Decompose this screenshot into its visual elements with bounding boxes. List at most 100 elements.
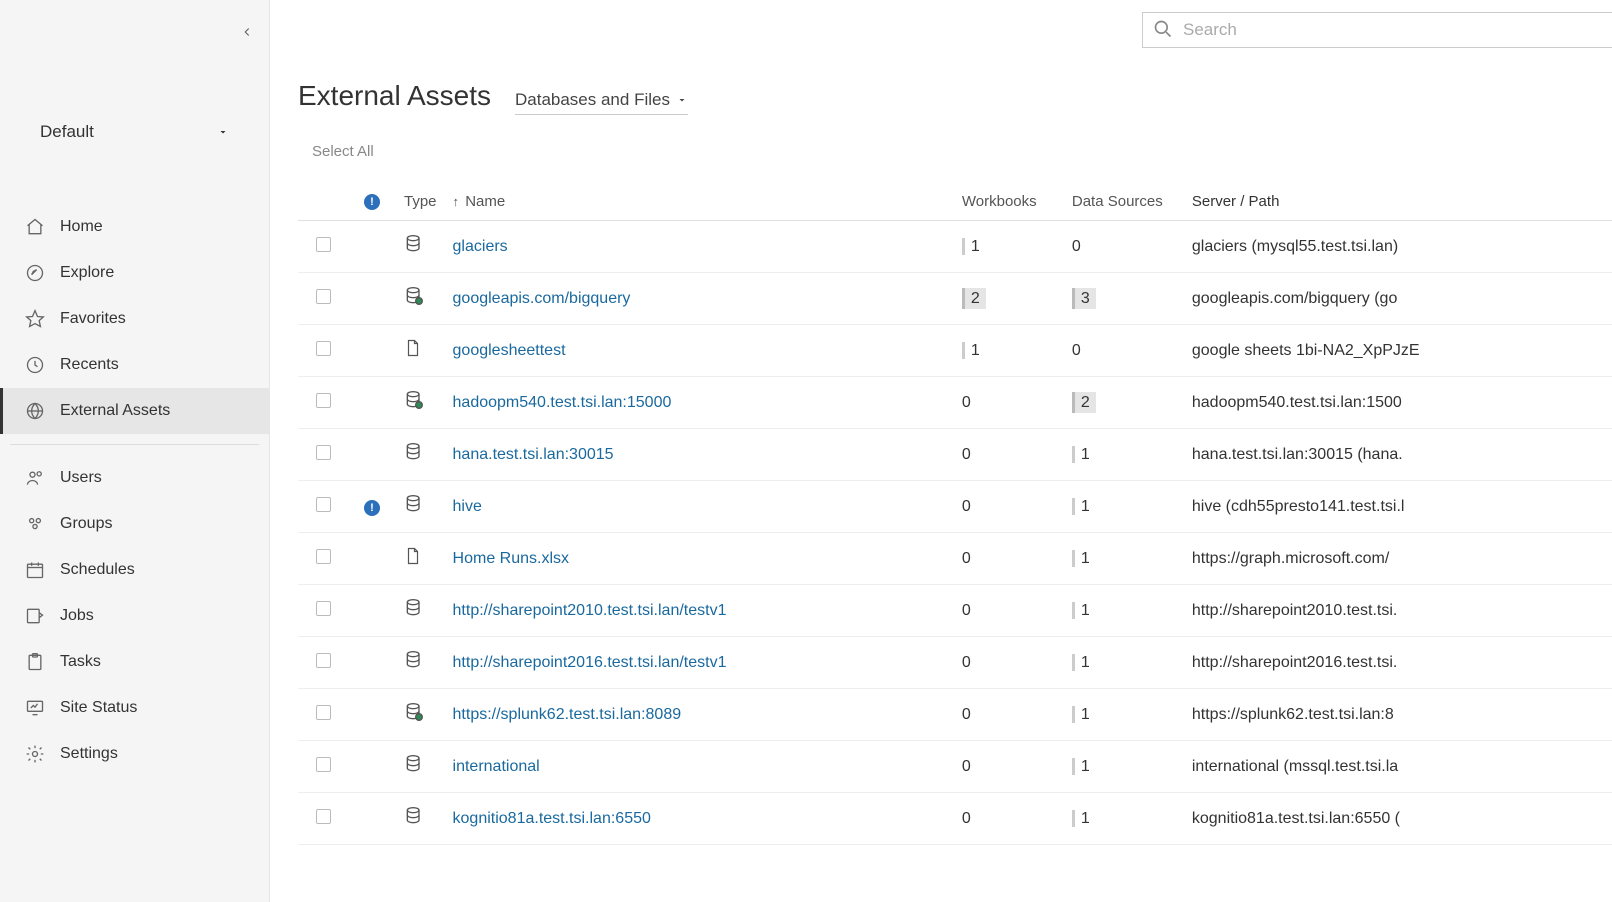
nav: Home Explore Favorites Recents External … <box>0 204 269 777</box>
database-icon <box>404 390 424 410</box>
workbooks-count: 0 <box>962 602 971 619</box>
asset-name-link[interactable]: glaciers <box>453 238 508 255</box>
data-sources-count: 0 <box>1072 238 1081 255</box>
asset-name-link[interactable]: https://splunk62.test.tsi.lan:8089 <box>453 706 682 723</box>
asset-name-link[interactable]: hive <box>453 498 482 515</box>
database-icon <box>404 702 424 722</box>
asset-name-link[interactable]: Home Runs.xlsx <box>453 550 569 567</box>
data-sources-count: 1 <box>1072 446 1090 463</box>
row-checkbox[interactable] <box>316 653 331 668</box>
row-checkbox[interactable] <box>316 705 331 720</box>
database-icon <box>404 754 424 774</box>
users-icon <box>24 467 46 489</box>
nav-users-label: Users <box>60 469 102 487</box>
row-checkbox[interactable] <box>316 601 331 616</box>
data-sources-count: 1 <box>1072 654 1090 671</box>
asset-name-link[interactable]: international <box>453 758 540 775</box>
col-name[interactable]: ↑ Name <box>445 182 954 221</box>
caret-down-icon <box>676 94 688 106</box>
row-checkbox[interactable] <box>316 289 331 304</box>
col-server-path[interactable]: Server / Path <box>1184 182 1612 221</box>
server-path: international (mssql.test.tsi.la <box>1192 758 1398 775</box>
workbooks-count: 2 <box>962 288 986 309</box>
col-name-label: Name <box>465 193 505 210</box>
sidebar-collapse-button[interactable] <box>235 20 259 44</box>
data-sources-count: 1 <box>1072 810 1090 827</box>
data-sources-count: 3 <box>1072 288 1096 309</box>
nav-tasks-label: Tasks <box>60 653 101 671</box>
col-alert[interactable]: ! <box>348 182 396 221</box>
nav-favorites[interactable]: Favorites <box>0 296 269 342</box>
assets-table: ! Type ↑ Name Workbooks Data Sources Ser… <box>298 182 1612 845</box>
nav-home[interactable]: Home <box>0 204 269 250</box>
database-icon <box>404 650 424 670</box>
server-path: http://sharepoint2016.test.tsi. <box>1192 654 1397 671</box>
content-type-filter[interactable]: Databases and Files <box>515 90 688 115</box>
server-path: kognitio81a.test.tsi.lan:6550 ( <box>1192 810 1400 827</box>
table-row: https://splunk62.test.tsi.lan:808901http… <box>298 689 1612 741</box>
nav-groups[interactable]: Groups <box>0 501 269 547</box>
server-path: hadoopm540.test.tsi.lan:1500 <box>1192 394 1402 411</box>
row-checkbox[interactable] <box>316 445 331 460</box>
row-checkbox[interactable] <box>316 549 331 564</box>
nav-explore[interactable]: Explore <box>0 250 269 296</box>
row-checkbox[interactable] <box>316 393 331 408</box>
data-sources-count: 1 <box>1072 706 1090 723</box>
row-checkbox[interactable] <box>316 497 331 512</box>
table-row: !hive01hive (cdh55presto141.test.tsi.l <box>298 481 1612 533</box>
data-sources-count: 1 <box>1072 550 1090 567</box>
select-all-button[interactable]: Select All <box>312 143 1612 160</box>
sort-asc-icon: ↑ <box>453 194 460 209</box>
workbooks-count: 1 <box>962 342 980 359</box>
col-type[interactable]: Type <box>396 182 445 221</box>
server-path: google sheets 1bi-NA2_XpPJzE <box>1192 342 1420 359</box>
alert-icon[interactable]: ! <box>364 500 380 516</box>
table-wrap[interactable]: ! Type ↑ Name Workbooks Data Sources Ser… <box>298 182 1612 902</box>
nav-settings[interactable]: Settings <box>0 731 269 777</box>
nav-users[interactable]: Users <box>0 455 269 501</box>
nav-tasks[interactable]: Tasks <box>0 639 269 685</box>
nav-home-label: Home <box>60 218 103 236</box>
row-checkbox[interactable] <box>316 809 331 824</box>
row-checkbox[interactable] <box>316 757 331 772</box>
row-checkbox[interactable] <box>316 237 331 252</box>
jobs-icon <box>24 605 46 627</box>
table-row: kognitio81a.test.tsi.lan:655001kognitio8… <box>298 793 1612 845</box>
asset-name-link[interactable]: googleapis.com/bigquery <box>453 290 631 307</box>
search-icon <box>1153 19 1173 42</box>
search-input[interactable] <box>1183 20 1602 40</box>
asset-name-link[interactable]: kognitio81a.test.tsi.lan:6550 <box>453 810 651 827</box>
database-icon <box>404 442 424 462</box>
col-data-sources[interactable]: Data Sources <box>1064 182 1184 221</box>
col-workbooks[interactable]: Workbooks <box>954 182 1064 221</box>
groups-icon <box>24 513 46 535</box>
workbooks-count: 0 <box>962 394 971 411</box>
chevron-left-icon <box>240 25 254 39</box>
nav-external-assets[interactable]: External Assets <box>0 388 269 434</box>
table-row: googlesheettest10google sheets 1bi-NA2_X… <box>298 325 1612 377</box>
server-path: glaciers (mysql55.test.tsi.lan) <box>1192 238 1398 255</box>
nav-schedules-label: Schedules <box>60 561 135 579</box>
nav-jobs[interactable]: Jobs <box>0 593 269 639</box>
workbooks-count: 0 <box>962 446 971 463</box>
database-icon <box>404 494 424 514</box>
database-icon <box>404 598 424 618</box>
asset-name-link[interactable]: http://sharepoint2010.test.tsi.lan/testv… <box>453 602 727 619</box>
nav-divider <box>10 444 259 445</box>
table-row: hana.test.tsi.lan:3001501hana.test.tsi.l… <box>298 429 1612 481</box>
gear-icon <box>24 743 46 765</box>
asset-name-link[interactable]: hadoopm540.test.tsi.lan:15000 <box>453 394 672 411</box>
nav-recents[interactable]: Recents <box>0 342 269 388</box>
file-icon <box>404 338 422 358</box>
asset-name-link[interactable]: googlesheettest <box>453 342 566 359</box>
nav-settings-label: Settings <box>60 745 118 763</box>
site-selector[interactable]: Default <box>0 110 269 154</box>
page-header: External Assets Databases and Files <box>298 80 1612 115</box>
search-bar[interactable] <box>1142 12 1612 48</box>
nav-site-status[interactable]: Site Status <box>0 685 269 731</box>
asset-name-link[interactable]: hana.test.tsi.lan:30015 <box>453 446 614 463</box>
row-checkbox[interactable] <box>316 341 331 356</box>
nav-favorites-label: Favorites <box>60 310 126 328</box>
asset-name-link[interactable]: http://sharepoint2016.test.tsi.lan/testv… <box>453 654 727 671</box>
nav-schedules[interactable]: Schedules <box>0 547 269 593</box>
